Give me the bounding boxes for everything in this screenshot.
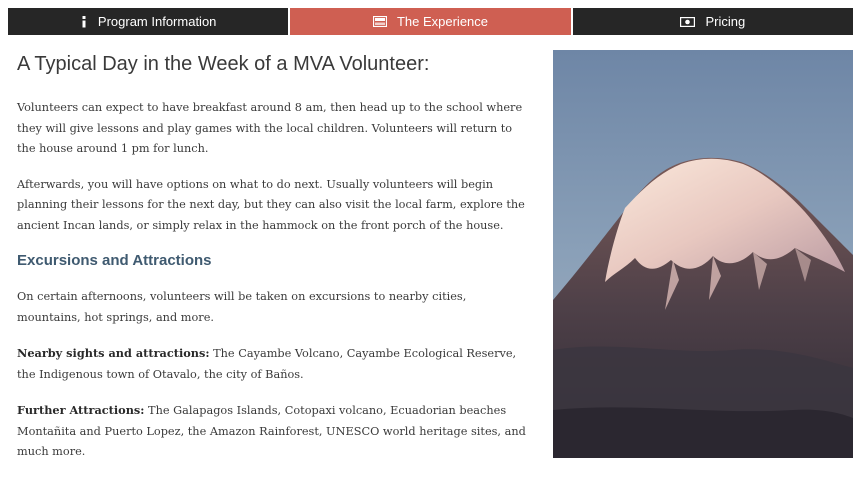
- tab-label: Pricing: [705, 14, 746, 29]
- tab-bar: Program Information The Experience Prici…: [8, 8, 853, 35]
- tab-label: The Experience: [396, 14, 489, 29]
- tab-pricing[interactable]: Pricing: [572, 8, 853, 35]
- nearby-label: Nearby sights and attractions:: [17, 346, 210, 360]
- page-title: A Typical Day in the Week of a MVA Volun…: [17, 53, 430, 75]
- film-icon: [372, 16, 387, 27]
- volcano-photo: [553, 50, 853, 458]
- tab-the-experience[interactable]: The Experience: [290, 8, 571, 35]
- paragraph-further-attractions: Further Attractions: The Galapagos Islan…: [17, 400, 527, 463]
- tab-label: Program Information: [97, 14, 217, 29]
- main-content: A Typical Day in the Week of a MVA Volun…: [17, 50, 527, 478]
- info-icon: [80, 15, 88, 28]
- paragraph-nearby-sights: Nearby sights and attractions: The Cayam…: [17, 343, 527, 385]
- further-label: Further Attractions:: [17, 403, 145, 417]
- volcano-image: [553, 50, 853, 458]
- section-heading-excursions: Excursions and Attractions: [17, 252, 212, 269]
- paragraph-daily-routine: Volunteers can expect to have breakfast …: [17, 101, 523, 155]
- paragraph-excursions: On certain afternoons, volunteers will b…: [17, 290, 467, 324]
- money-icon: [680, 16, 696, 27]
- paragraph-afternoon-options: Afterwards, you will have options on wha…: [17, 177, 525, 232]
- tab-program-information[interactable]: Program Information: [8, 8, 289, 35]
